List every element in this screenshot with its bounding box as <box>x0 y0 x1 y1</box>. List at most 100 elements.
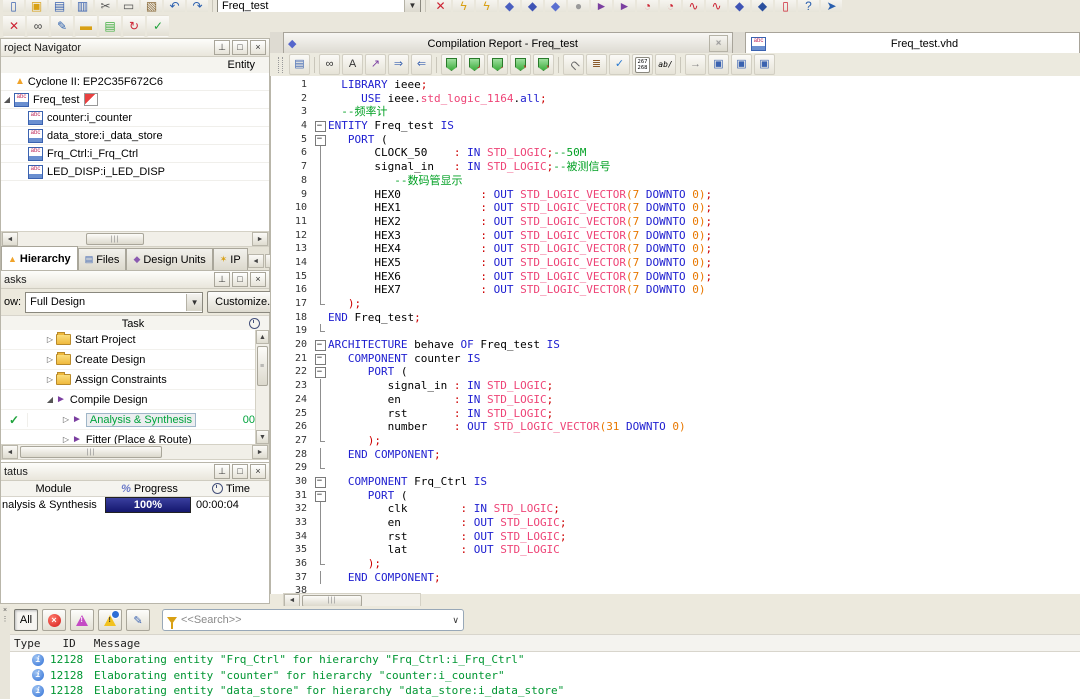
task-row[interactable]: ✓▷►Analysis & Synthesis00 <box>1 410 256 430</box>
pin-icon[interactable]: ⊥ <box>214 272 230 287</box>
task-row[interactable]: ▷Create Design <box>1 350 256 370</box>
tab-compilation-report[interactable]: ◆ Compilation Report - Freq_test × <box>283 32 733 55</box>
code-line[interactable]: 23 signal_in : IN STD_LOGIC; <box>271 379 1080 393</box>
navigator-tab-ip[interactable]: ✶IP <box>213 248 248 270</box>
pin-icon[interactable]: ⊥ <box>214 464 230 479</box>
save-all-icon[interactable]: ▥ <box>72 0 93 12</box>
chevron-down-icon[interactable]: ▼ <box>186 294 202 311</box>
replace-icon[interactable]: A <box>342 54 363 75</box>
scroll-up-icon[interactable]: ▲ <box>256 330 269 344</box>
fold-collapse-icon[interactable] <box>314 352 328 366</box>
notes-icon[interactable]: ▬ <box>75 15 97 37</box>
pin-icon[interactable]: ⊥ <box>214 40 230 55</box>
fold-collapse-icon[interactable] <box>314 338 328 352</box>
message-row[interactable]: i12128Elaborating entity "data_store" fo… <box>10 683 1080 699</box>
instance-row[interactable]: counter:i_counter <box>1 109 269 127</box>
device-row[interactable]: ▲ Cyclone II: EP2C35F672C6 <box>1 73 269 91</box>
start-compilation-icon[interactable]: ► <box>591 0 612 12</box>
status-row[interactable]: nalysis & Synthesis 100% 00:00:04 <box>1 497 269 513</box>
goto-icon[interactable]: ↗ <box>365 54 386 75</box>
assignment-editor-icon[interactable]: ▤ <box>99 15 121 37</box>
code-line[interactable]: 16 HEX7 : OUT STD_LOGIC_VECTOR(7 DOWNTO … <box>271 283 1080 297</box>
clear-assignments-icon[interactable]: ✕ <box>3 15 25 37</box>
code-line[interactable]: 30 COMPONENT Frq_Ctrl IS <box>271 475 1080 489</box>
assignment-off-icon[interactable]: ✕ <box>430 0 451 12</box>
stop-processing-icon[interactable]: ● <box>568 0 589 12</box>
expand-hierarchy-icon[interactable] <box>84 93 98 106</box>
task-row[interactable]: ▷Start Project <box>1 330 256 350</box>
code-line[interactable]: 6 CLOCK_50 : IN STD_LOGIC;--50M <box>271 146 1080 160</box>
code-line[interactable]: 10 HEX1 : OUT STD_LOGIC_VECTOR(7 DOWNTO … <box>271 201 1080 215</box>
code-line[interactable]: 17 ); <box>271 297 1080 311</box>
scroll-right-icon[interactable]: ► <box>252 445 268 459</box>
code-line[interactable]: 20ARCHITECTURE behave OF Freq_test IS <box>271 338 1080 352</box>
task-row[interactable]: ▷Assign Constraints <box>1 370 256 390</box>
code-line[interactable]: 11 HEX2 : OUT STD_LOGIC_VECTOR(7 DOWNTO … <box>271 215 1080 229</box>
code-line[interactable]: 2 USE ieee.std_logic_1164.all; <box>271 92 1080 106</box>
save-icon[interactable]: ▤ <box>49 0 70 12</box>
message-row[interactable]: i12128Elaborating entity "counter" for h… <box>10 668 1080 684</box>
close-icon[interactable]: × <box>709 35 728 52</box>
cut-icon[interactable]: ✂ <box>95 0 116 12</box>
gem-tool3-icon[interactable]: ◆ <box>545 0 566 12</box>
timing-redo-icon[interactable]: ◔ <box>660 0 681 12</box>
scroll-left-icon[interactable]: ◄ <box>2 232 18 246</box>
fold-collapse-icon[interactable] <box>314 489 328 503</box>
close-icon[interactable]: × <box>250 272 266 287</box>
float-icon[interactable]: □ <box>232 40 248 55</box>
insert-file-icon[interactable]: ▤ <box>289 54 310 75</box>
expander-icon[interactable]: ▷ <box>60 435 72 444</box>
signal-wave2-icon[interactable]: ∿ <box>706 0 727 12</box>
scroll-left-icon[interactable]: ◄ <box>2 445 18 459</box>
task-row[interactable]: ▷►Fitter (Place & Route) <box>1 430 256 444</box>
flow-combo[interactable]: Full Design ▼ <box>25 292 203 313</box>
syntax-check-icon[interactable]: ✓ <box>609 54 630 75</box>
code-line[interactable]: 33 en : OUT STD_LOGIC; <box>271 516 1080 530</box>
pin-assignment2-icon[interactable]: ϟ <box>476 0 497 12</box>
expander-icon[interactable]: ▷ <box>44 375 56 384</box>
code-line[interactable]: 27 ); <box>271 434 1080 448</box>
code-line[interactable]: 18END Freq_test; <box>271 311 1080 325</box>
gem-tool4-icon[interactable]: ◆ <box>729 0 750 12</box>
unindent-icon[interactable]: ⇐ <box>411 54 432 75</box>
task-row[interactable]: ◢►Compile Design <box>1 390 256 410</box>
report-note-icon[interactable]: ▯ <box>775 0 796 12</box>
undo-icon[interactable]: ↶ <box>164 0 185 12</box>
code-line[interactable]: 21 COMPONENT counter IS <box>271 352 1080 366</box>
fold-collapse-icon[interactable] <box>314 119 328 133</box>
fold-collapse-icon[interactable] <box>314 365 328 379</box>
code-line[interactable]: 13 HEX4 : OUT STD_LOGIC_VECTOR(7 DOWNTO … <box>271 242 1080 256</box>
code-line[interactable]: 34 rst : OUT STD_LOGIC; <box>271 530 1080 544</box>
context-help-icon[interactable]: ➤ <box>821 0 842 12</box>
code-line[interactable]: 22 PORT ( <box>271 365 1080 379</box>
filter-critical-warnings-button[interactable]: ! <box>70 609 94 631</box>
expander-icon[interactable]: ▷ <box>60 415 72 424</box>
code-line[interactable]: 12 HEX3 : OUT STD_LOGIC_VECTOR(7 DOWNTO … <box>271 229 1080 243</box>
module-column-header[interactable]: Module <box>1 481 106 497</box>
float-icon[interactable]: □ <box>232 272 248 287</box>
bookmark-clear-all-icon[interactable]: × <box>533 54 554 75</box>
paste-icon[interactable]: ▧ <box>141 0 162 12</box>
copy-icon[interactable]: ▭ <box>118 0 139 12</box>
code-editor[interactable]: 1 LIBRARY ieee;2 USE ieee.std_logic_1164… <box>270 76 1080 594</box>
new-file-icon[interactable]: ▯ <box>3 0 24 12</box>
scrollbar-thumb[interactable]: ≡ <box>257 346 268 386</box>
progress-column-header[interactable]: % Progress <box>106 481 193 497</box>
filter-all-button[interactable]: All <box>14 609 38 631</box>
message-search-combo[interactable]: <<Search>> ∨ <box>162 609 464 631</box>
horizontal-scrollbar[interactable]: ◄ ||| ► <box>1 444 269 460</box>
code-line[interactable]: 3 --频率计 <box>271 105 1080 119</box>
type-column-header[interactable]: Type <box>14 637 41 650</box>
bookmark-add-icon[interactable]: + <box>464 54 485 75</box>
expander-icon[interactable]: ▷ <box>44 335 56 344</box>
horizontal-scrollbar[interactable]: ◄ ||| ► <box>1 231 269 247</box>
gem-tool1-icon[interactable]: ◆ <box>499 0 520 12</box>
filter-errors-button[interactable]: × <box>42 609 66 631</box>
navigator-tab-hierarchy[interactable]: ▲Hierarchy <box>1 246 78 270</box>
float-icon[interactable]: □ <box>232 464 248 479</box>
help-icon[interactable]: ? <box>798 0 819 12</box>
code-line[interactable]: 35 lat : OUT STD_LOGIC <box>271 543 1080 557</box>
code-line[interactable]: 4ENTITY Freq_test IS <box>271 119 1080 133</box>
window-cascade-icon[interactable]: ▣ <box>708 54 729 75</box>
window-full-icon[interactable]: ▣ <box>754 54 775 75</box>
